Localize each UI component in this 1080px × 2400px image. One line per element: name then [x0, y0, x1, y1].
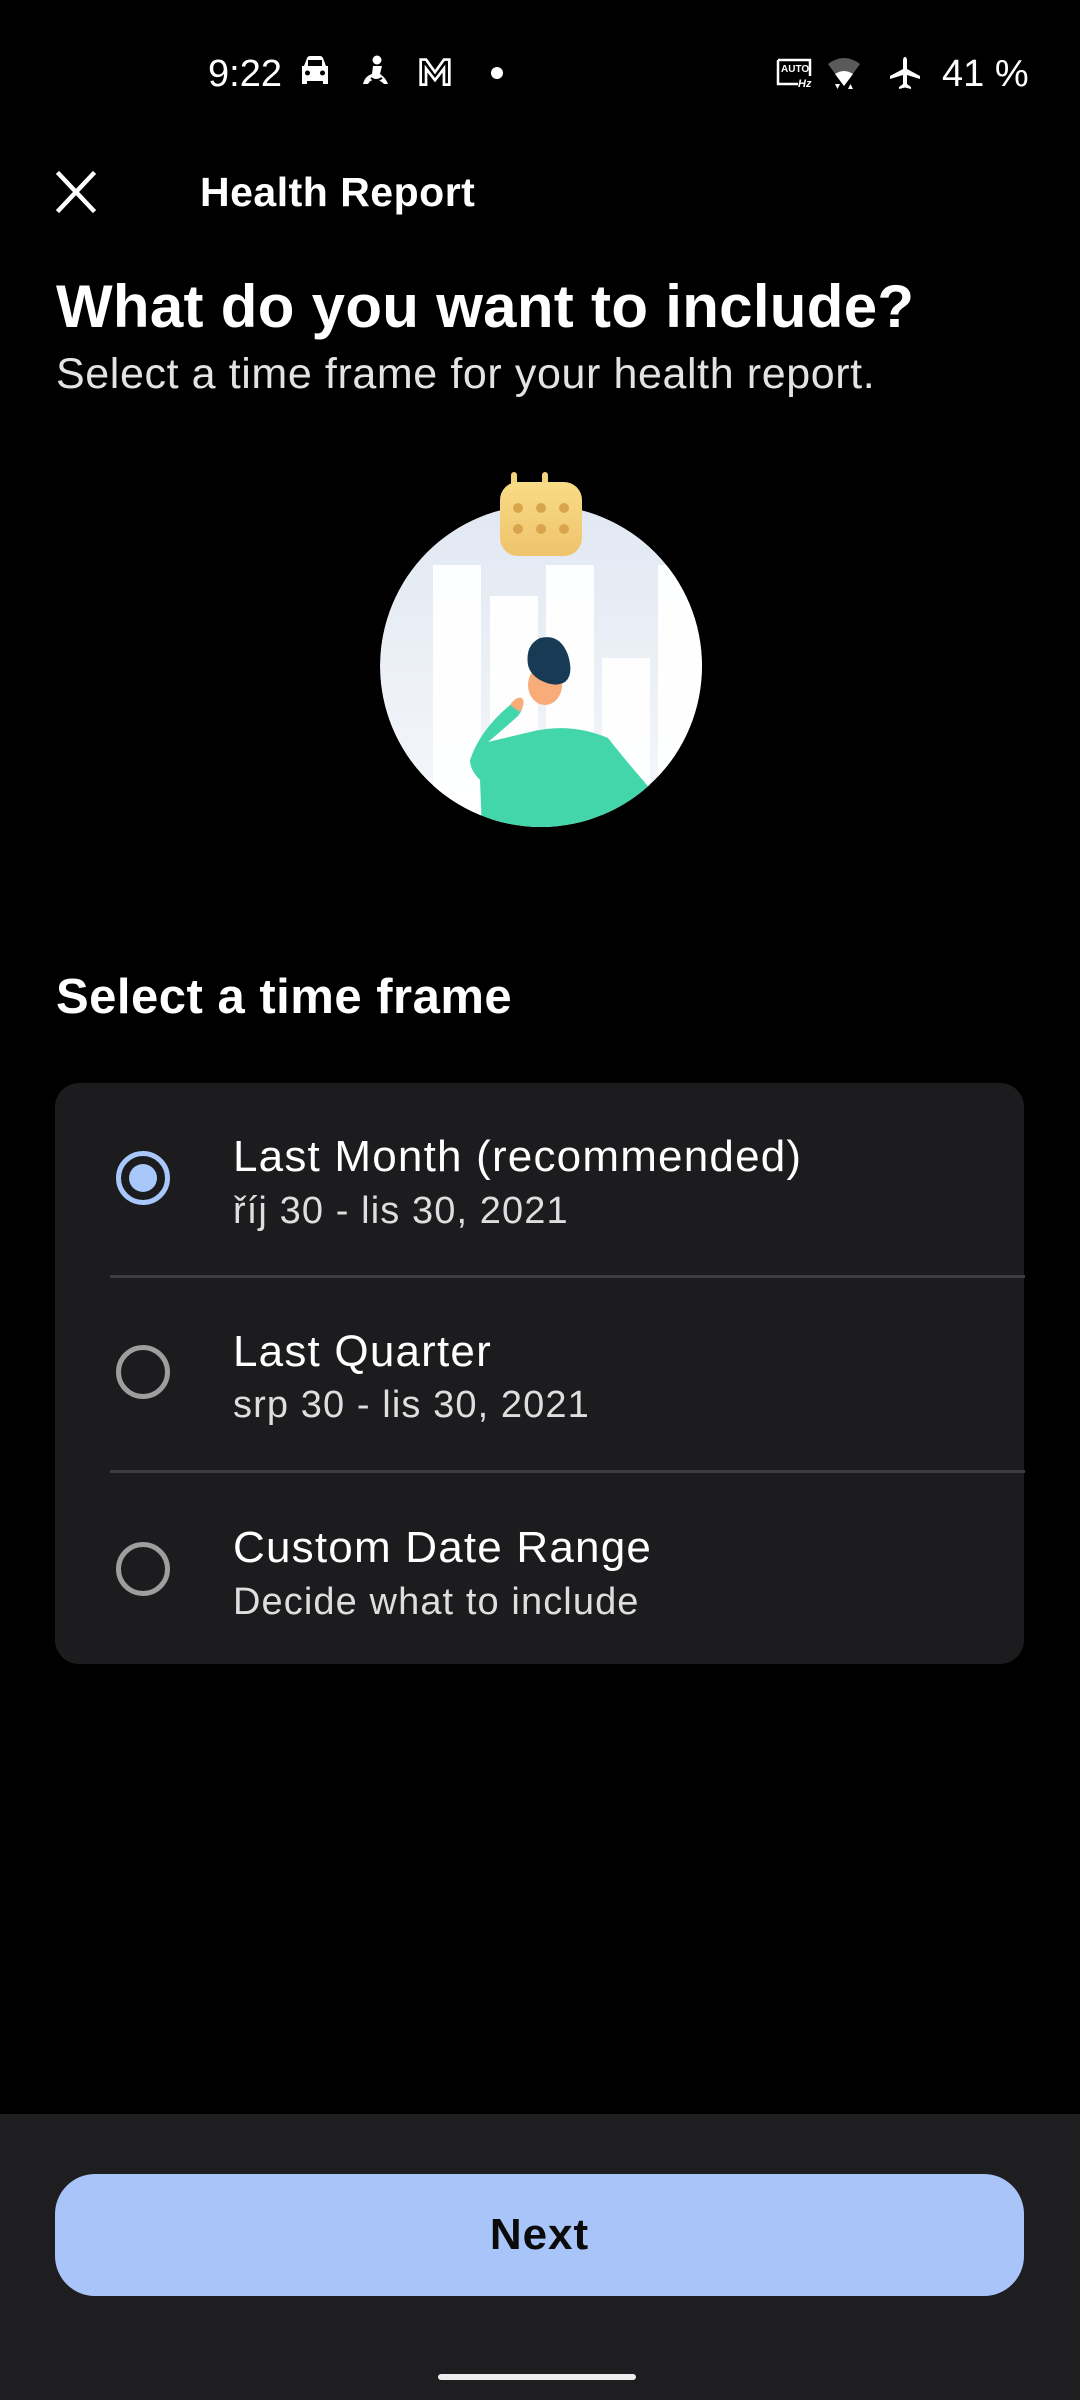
page-subheading: Select a time frame for your health repo…	[56, 350, 876, 398]
section-title: Select a time frame	[56, 970, 513, 1024]
option-last-quarter[interactable]: Last Quarter srp 30 - lis 30, 2021	[55, 1277, 1024, 1471]
gmail-icon	[419, 58, 451, 86]
calendar-icon	[500, 472, 582, 556]
app-title: Health Report	[200, 169, 476, 215]
radio-dot	[129, 1164, 157, 1192]
close-icon	[55, 170, 97, 214]
radio-unselected[interactable]	[116, 1542, 170, 1596]
health-report-illustration	[380, 472, 702, 827]
option-custom-range[interactable]: Custom Date Range Decide what to include	[55, 1471, 1024, 1665]
option-title: Last Month (recommended)	[233, 1132, 803, 1181]
option-subtitle: srp 30 - lis 30, 2021	[233, 1384, 590, 1426]
battery-level: 41 %	[942, 53, 1029, 95]
auto-hz-bottom: Hz	[798, 78, 812, 90]
car-icon	[302, 56, 328, 84]
option-last-month[interactable]: Last Month (recommended) říj 30 - lis 30…	[55, 1083, 1024, 1277]
page-heading: What do you want to include?	[56, 273, 915, 340]
home-indicator[interactable]	[438, 2374, 636, 2380]
radio-selected[interactable]	[116, 1151, 170, 1205]
option-subtitle: Decide what to include	[233, 1581, 640, 1623]
time-frame-options: Last Month (recommended) říj 30 - lis 30…	[55, 1083, 1025, 1665]
notification-dot-icon	[491, 67, 503, 79]
option-title: Last Quarter	[233, 1327, 492, 1376]
option-subtitle: říj 30 - lis 30, 2021	[233, 1190, 569, 1232]
wifi-icon	[828, 58, 860, 89]
airplane-mode-icon	[890, 57, 920, 89]
auto-hz-top: AUTO	[781, 64, 810, 75]
radio-unselected[interactable]	[116, 1345, 170, 1399]
auto-hz-icon: AUTO Hz	[776, 58, 814, 92]
option-title: Custom Date Range	[233, 1523, 653, 1572]
meditation-icon	[363, 55, 388, 84]
close-button[interactable]	[50, 166, 102, 218]
status-time: 9:22	[208, 53, 282, 95]
chart-bar	[433, 565, 481, 827]
chart-bar	[658, 565, 702, 827]
next-button[interactable]: Next	[55, 2174, 1024, 2296]
